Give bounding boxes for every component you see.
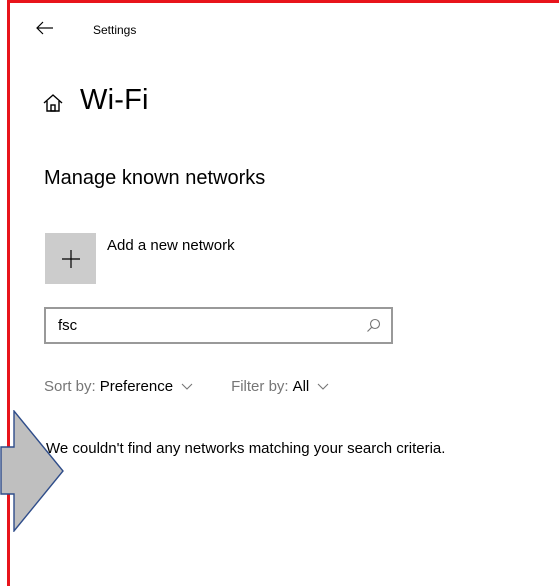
search-box[interactable] <box>44 307 393 344</box>
filter-value: All <box>292 377 310 395</box>
filter-dropdown[interactable]: Filter by: All <box>231 378 329 395</box>
empty-results-message: We couldn't find any networks matching y… <box>46 440 446 457</box>
back-arrow-icon[interactable] <box>34 17 56 39</box>
sort-dropdown[interactable]: Sort by: Preference <box>44 378 193 395</box>
add-network-tile[interactable] <box>45 233 96 284</box>
section-title: Manage known networks <box>44 167 266 189</box>
filter-label: Filter by: <box>231 377 289 395</box>
chevron-down-icon <box>181 383 193 390</box>
sort-filter-row: Sort by: Preference Filter by: All <box>44 376 329 396</box>
page-heading: Wi-Fi <box>42 80 149 120</box>
add-network-label: Add a new network <box>107 237 235 254</box>
window-title: Settings <box>93 23 137 37</box>
page-title: Wi-Fi <box>80 83 149 116</box>
search-icon[interactable] <box>366 318 381 333</box>
add-network-button[interactable]: Add a new network <box>45 233 235 284</box>
search-input[interactable] <box>46 309 346 342</box>
arrow-callout-icon <box>0 410 64 532</box>
title-bar: Settings <box>10 3 559 55</box>
sort-value: Preference <box>99 377 174 395</box>
home-icon <box>43 94 63 112</box>
plus-icon <box>61 249 80 268</box>
chevron-down-icon <box>317 383 329 390</box>
sort-label: Sort by: <box>44 377 96 395</box>
